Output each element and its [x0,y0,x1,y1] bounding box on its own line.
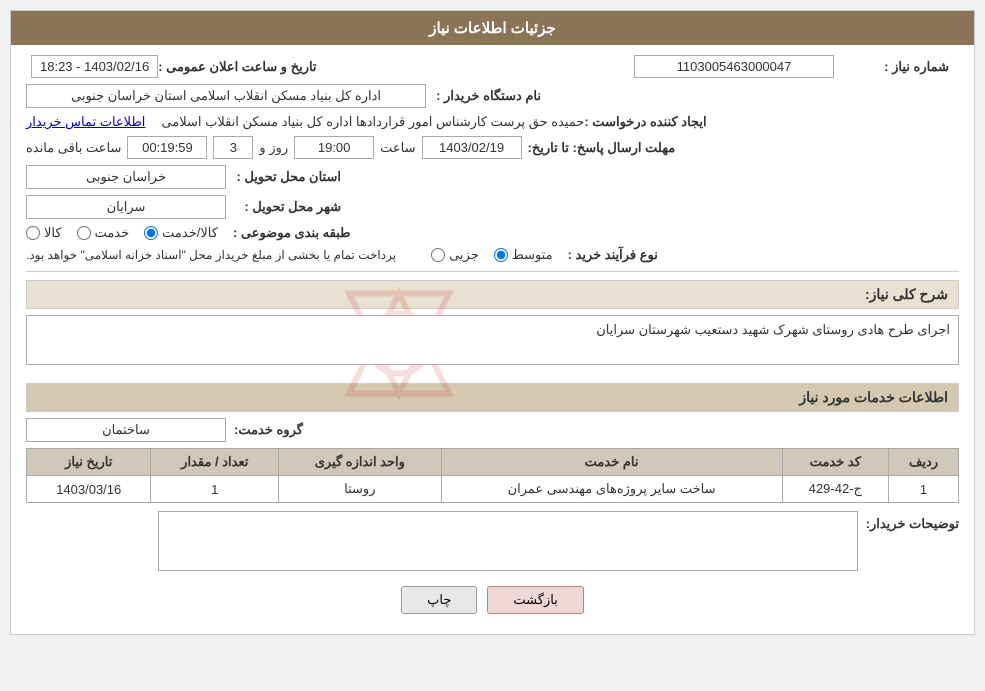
need-desc-section-title: شرح کلی نیاز: [26,280,959,309]
category-kala[interactable]: کالا [26,225,62,241]
table-cell-qty: 1 [151,476,279,503]
purchase-jozii[interactable]: جزیی [431,247,479,263]
need-desc-section: اجرای طرح هادی روستای شهرک شهید دستعیب ش… [26,315,959,375]
province-row: استان محل تحویل : خراسان جنوبی [26,165,959,189]
page-title: جزئیات اطلاعات نیاز [11,11,974,45]
service-group-label: گروه خدمت: [234,422,303,438]
buyer-row: نام دستگاه خریدار : اداره کل بنیاد مسکن … [26,84,959,108]
col-header-row-num: ردیف [889,449,959,476]
category-row: طبقه بندی موضوعی : کالا/خدمت خدمت کالا [26,225,959,241]
services-table: ردیف کد خدمت نام خدمت واحد اندازه گیری ت… [26,448,959,503]
service-group-value: ساختمان [26,418,226,442]
main-box: جزئیات اطلاعات نیاز شماره نیاز : 1103005… [10,10,975,635]
announce-label: تاریخ و ساعت اعلان عمومی : [158,59,321,75]
btn-row: بازگشت چاپ [26,586,959,614]
need-desc-content: اجرای طرح هادی روستای شهرک شهید دستعیب ش… [26,315,959,365]
creator-value: حمیده حق پرست کارشناس امور قراردادها ادا… [161,114,584,130]
purchase-jozii-label: جزیی [449,247,479,263]
need-number-label: شماره نیاز : [834,59,954,75]
purchase-jozii-radio[interactable] [431,248,445,262]
table-cell-name: ساخت سایر پروژه‌های مهندسی عمران [441,476,782,503]
city-value: سرایان [26,195,226,219]
category-kala-label: کالا [44,225,62,241]
deadline-remaining-label: ساعت باقی مانده [26,140,121,156]
province-label: استان محل تحویل : [226,169,346,185]
col-header-qty: تعداد / مقدار [151,449,279,476]
buyer-desc-label: توضیحات خریدار: [866,511,959,532]
category-label: طبقه بندی موضوعی : [233,225,351,241]
deadline-days: 3 [213,136,253,159]
category-khedmat-label: خدمت [95,225,130,241]
col-header-name: نام خدمت [441,449,782,476]
table-cell-date: 1403/03/16 [27,476,151,503]
category-khedmat-radio[interactable] [77,226,91,240]
divider-1 [26,271,959,272]
buyer-label: نام دستگاه خریدار : [426,88,546,104]
category-kala-khedmat-label: کالا/خدمت [162,225,218,241]
table-cell-unit: روستا [279,476,441,503]
buyer-desc-textarea[interactable] [158,511,858,571]
deadline-time-label: ساعت [380,140,415,156]
purchase-row: نوع فرآیند خرید : متوسط جزیی پرداخت تمام… [26,247,959,263]
need-number-value: 1103005463000047 [634,55,834,78]
deadline-row: مهلت ارسال پاسخ: تا تاریخ: 1403/02/19 سا… [26,136,959,159]
need-desc-value: اجرای طرح هادی روستای شهرک شهید دستعیب ش… [26,315,959,365]
deadline-date: 1403/02/19 [422,136,522,159]
contact-link[interactable]: اطلاعات تماس خریدار [26,114,145,130]
category-kala-radio[interactable] [26,226,40,240]
col-header-date: تاریخ نیاز [27,449,151,476]
page-wrapper: جزئیات اطلاعات نیاز شماره نیاز : 1103005… [0,0,985,691]
col-header-code: کد خدمت [782,449,888,476]
col-header-unit: واحد اندازه گیری [279,449,441,476]
category-kala-khedmat-radio[interactable] [144,226,158,240]
table-row: 1ج-42-429ساخت سایر پروژه‌های مهندسی عمرا… [27,476,959,503]
deadline-label: مهلت ارسال پاسخ: تا تاریخ: [528,140,681,156]
category-kala-khedmat[interactable]: کالا/خدمت [144,225,218,241]
deadline-days-label: روز و [259,140,288,156]
purchase-label: نوع فرآیند خرید : [568,247,658,263]
buyer-value: اداره کل بنیاد مسکن انقلاب اسلامی استان … [26,84,426,108]
category-khedmat[interactable]: خدمت [77,225,130,241]
purchase-note: پرداخت تمام یا بخشی از مبلغ خریداز محل "… [26,248,396,262]
content-area: شماره نیاز : 1103005463000047 تاریخ و سا… [11,45,974,634]
service-group-row: گروه خدمت: ساختمان [26,418,959,442]
table-cell-row: 1 [889,476,959,503]
purchase-motevaset-label: متوسط [512,247,553,263]
buyer-desc-content [26,511,858,571]
purchase-motevaset-radio[interactable] [494,248,508,262]
deadline-remaining: 00:19:59 [127,136,207,159]
services-section-title: اطلاعات خدمات مورد نیاز [26,383,959,412]
table-header-row: ردیف کد خدمت نام خدمت واحد اندازه گیری ت… [27,449,959,476]
city-row: شهر محل تحویل : سرایان [26,195,959,219]
print-button[interactable]: چاپ [401,586,477,614]
table-cell-code: ج-42-429 [782,476,888,503]
province-value: خراسان جنوبی [26,165,226,189]
deadline-time: 19:00 [294,136,374,159]
buyer-desc-section: توضیحات خریدار: [26,511,959,571]
city-label: شهر محل تحویل : [226,199,346,215]
back-button[interactable]: بازگشت [487,586,583,614]
announce-value: 1403/02/16 - 18:23 [31,55,158,78]
creator-row: ایجاد کننده درخواست : حمیده حق پرست کارش… [26,114,959,130]
creator-label: ایجاد کننده درخواست : [584,114,711,130]
purchase-motevaset[interactable]: متوسط [494,247,553,263]
need-number-row: شماره نیاز : 1103005463000047 تاریخ و سا… [26,55,959,78]
